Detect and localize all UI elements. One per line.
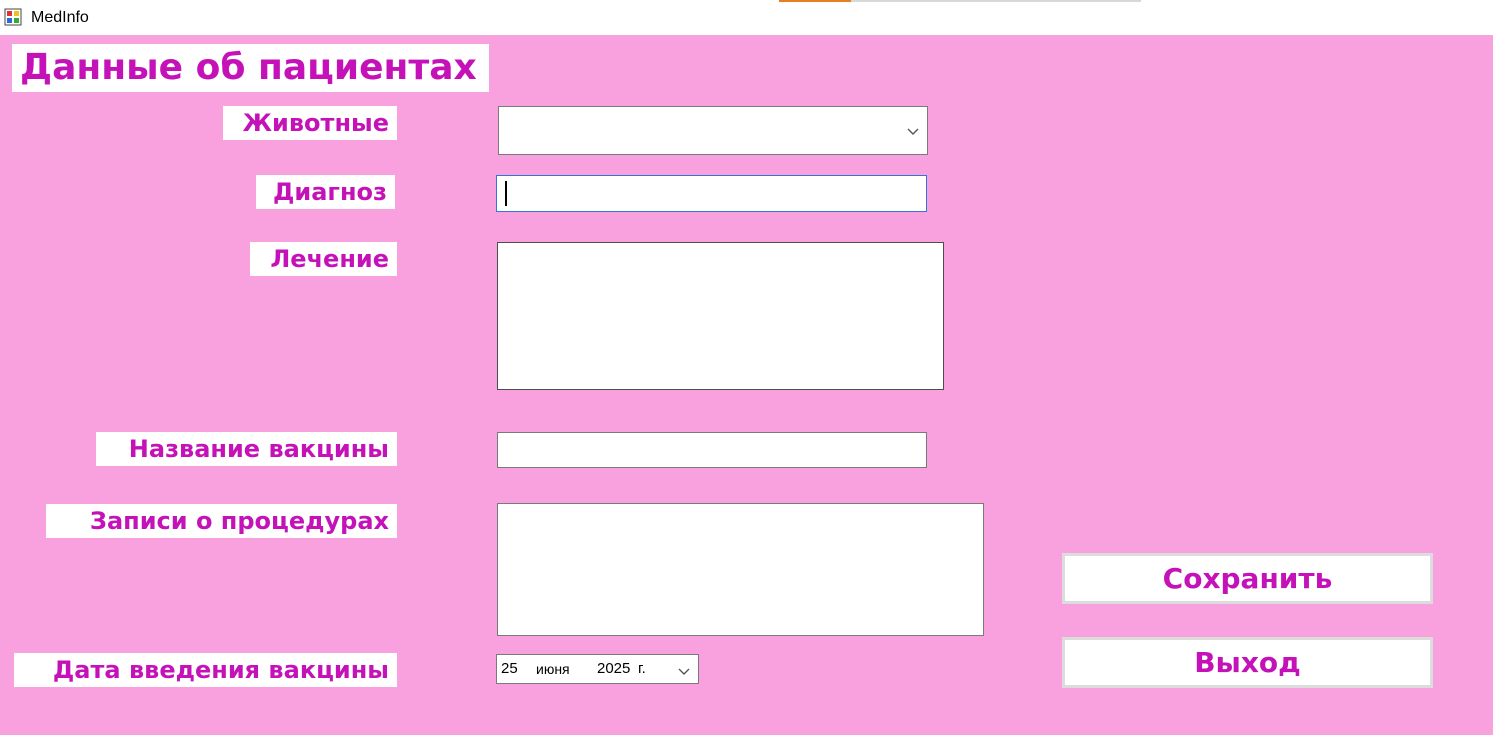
save-button[interactable]: Сохранить	[1062, 553, 1433, 604]
vaccination-date-picker[interactable]: 25 июня 2025 г.	[496, 654, 699, 684]
window-title: MedInfo	[31, 9, 89, 26]
window-titlebar: MedInfo	[0, 0, 1495, 35]
treatment-textarea[interactable]	[497, 242, 944, 390]
diagnosis-input[interactable]	[496, 175, 927, 212]
taskbar-accent	[779, 0, 851, 2]
app-icon	[4, 8, 22, 26]
procedure-records-textarea[interactable]	[497, 503, 984, 636]
date-month[interactable]: июня	[536, 661, 570, 677]
chevron-down-icon[interactable]	[678, 665, 690, 677]
treatment-label: Лечение	[250, 242, 397, 276]
date-year[interactable]: 2025	[597, 660, 630, 677]
animals-label: Животные	[223, 106, 397, 140]
vaccination-date-label: Дата введения вакцины	[14, 653, 397, 687]
vaccine-name-label: Название вакцины	[96, 432, 397, 466]
procedure-records-label: Записи о процедурах	[46, 504, 397, 538]
vaccine-name-input[interactable]	[497, 432, 927, 468]
page-title: Данные об пациентах	[12, 44, 489, 92]
taskbar-strip	[851, 0, 1141, 2]
text-caret	[505, 181, 507, 206]
date-day[interactable]: 25	[501, 660, 518, 677]
diagnosis-label: Диагноз	[256, 175, 395, 209]
date-year-suffix: г.	[638, 660, 646, 677]
animals-combobox[interactable]	[498, 106, 928, 155]
chevron-down-icon[interactable]	[907, 125, 919, 137]
exit-button[interactable]: Выход	[1062, 637, 1433, 688]
